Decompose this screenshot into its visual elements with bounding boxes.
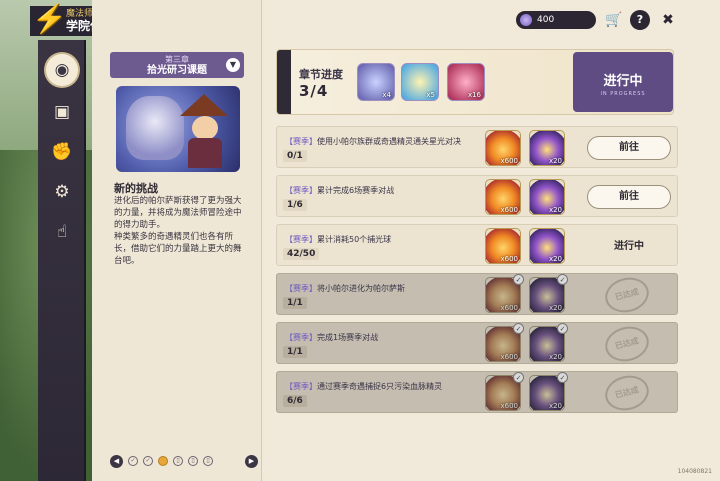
card-icon[interactable]: ▣	[46, 96, 78, 128]
task-desc: 完成1场赛季对战	[317, 333, 379, 342]
page-dot-2[interactable]: ✓	[143, 456, 153, 466]
gear-icon[interactable]: ⚙	[46, 176, 78, 208]
page-dot-locked-2[interactable]: ▯	[188, 456, 198, 466]
page-dot-current[interactable]	[158, 456, 168, 466]
chevron-down-icon[interactable]: ▼	[226, 58, 240, 72]
next-page-icon[interactable]: ▶	[245, 454, 258, 468]
orb-reward-icon[interactable]: x20	[529, 228, 565, 264]
chapter-banner[interactable]: 第三章 拾光研习课题 ▼	[110, 52, 244, 78]
page-dot-locked-1[interactable]: ▯	[173, 456, 183, 466]
chapter-title: 拾光研习课题	[147, 65, 207, 76]
user-id: 104080821	[677, 468, 712, 475]
fist-icon[interactable]: ✊	[46, 136, 78, 168]
task-row: 【赛季】通过赛季奇遇捕捉6只污染血脉精灵 6/6 x600 ✓ x20 ✓ 已达成	[276, 371, 678, 415]
page-pager: ◀ ✓ ✓ ▯ ▯ ▯ ▶	[110, 454, 258, 468]
challenge-text: 进化后的帕尔萨斯获得了更为强大的力量，并将成为魔法师冒险途中的得力助手。 种类繁…	[114, 196, 242, 266]
chapter-status-text: 进行中	[603, 74, 643, 89]
hand-icon[interactable]: ☝	[46, 216, 78, 248]
side-rail: ◉ ▣ ✊ ⚙ ☝	[38, 40, 86, 481]
card-stripe	[277, 50, 291, 114]
chapter-progress-card: 章节进度 3/4 x4 x5 x16 进行中 IN PROGRESS	[276, 49, 674, 115]
currency-gem-icon	[520, 14, 532, 26]
task-row: 【赛季】使用小帕尔族群或奇遇精灵通关星光对决 0/1 x600 x20 前往	[276, 126, 678, 168]
gem-reward-icon[interactable]: x16	[447, 63, 485, 101]
orb-reward-icon[interactable]: x20 ✓	[529, 274, 568, 313]
chapter-status-badge: 进行中 IN PROGRESS	[573, 52, 673, 112]
app-logo-icon: ⚡	[32, 2, 67, 35]
help-icon[interactable]: ?	[630, 10, 650, 30]
completed-stamp: 已达成	[601, 273, 653, 317]
check-icon: ✓	[513, 323, 524, 334]
task-row: 【赛季】累计完成6场赛季对战 1/6 x600 x20 前往	[276, 175, 678, 217]
task-desc: 通过赛季奇遇捕捉6只污染血脉精灵	[317, 382, 443, 391]
page-dot-locked-3[interactable]: ▯	[203, 456, 213, 466]
fire-reward-icon[interactable]: x600 ✓	[485, 274, 524, 313]
task-row: 【赛季】将小帕尔进化为帕尔萨斯 1/1 x600 ✓ x20 ✓ 已达成	[276, 273, 678, 317]
fire-reward-icon[interactable]: x600	[485, 130, 521, 166]
progress-label: 章节进度	[299, 68, 343, 81]
task-count: 6/6	[283, 395, 307, 407]
close-icon[interactable]: ✖	[658, 10, 678, 30]
chapter-number: 第三章	[165, 55, 189, 64]
progress-value: 3/4	[299, 82, 329, 100]
task-count: 1/6	[283, 199, 307, 211]
task-count: 0/1	[283, 150, 307, 162]
chapter-illustration	[116, 86, 240, 172]
eye-reward-icon[interactable]: x5	[401, 63, 439, 101]
chapter-status-subtext: IN PROGRESS	[600, 91, 646, 97]
orb-reward-icon[interactable]: x20	[529, 179, 565, 215]
go-button[interactable]: 前往	[587, 185, 671, 209]
task-book-icon[interactable]: ◉	[46, 54, 78, 86]
fire-reward-icon[interactable]: x600 ✓	[485, 323, 524, 362]
shop-cart-icon[interactable]: 🛒	[604, 10, 624, 30]
check-icon: ✓	[557, 274, 568, 285]
crystal-reward-icon[interactable]: x4	[357, 63, 395, 101]
task-status-in-progress: 进行中	[614, 241, 644, 252]
challenge-title: 新的挑战	[114, 182, 158, 195]
page-dot-1[interactable]: ✓	[128, 456, 138, 466]
book-left-page: 第三章 拾光研习课题 ▼ 新的挑战 进化后的帕尔萨斯获得了更为强大的力量，并将成…	[92, 0, 262, 481]
go-button[interactable]: 前往	[587, 136, 671, 160]
currency-amount: 400	[537, 15, 555, 25]
prev-page-icon[interactable]: ◀	[110, 454, 123, 468]
fire-reward-icon[interactable]: x600 ✓	[485, 372, 524, 411]
currency-pill[interactable]: 400	[516, 11, 596, 29]
fire-reward-icon[interactable]: x600	[485, 228, 521, 264]
completed-stamp: 已达成	[601, 371, 653, 415]
check-icon: ✓	[513, 372, 524, 383]
orb-reward-icon[interactable]: x20 ✓	[529, 323, 568, 362]
check-icon: ✓	[557, 323, 568, 334]
orb-reward-icon[interactable]: x20 ✓	[529, 372, 568, 411]
completed-stamp: 已达成	[601, 322, 653, 366]
orb-reward-icon[interactable]: x20	[529, 130, 565, 166]
task-desc: 累计消耗50个捕光球	[317, 235, 392, 244]
check-icon: ✓	[513, 274, 524, 285]
task-desc: 使用小帕尔族群或奇遇精灵通关星光对决	[317, 137, 461, 146]
task-row: 【赛季】完成1场赛季对战 1/1 x600 ✓ x20 ✓ 已达成	[276, 322, 678, 366]
check-icon: ✓	[557, 372, 568, 383]
fire-reward-icon[interactable]: x600	[485, 179, 521, 215]
task-count: 1/1	[283, 297, 307, 309]
task-desc: 将小帕尔进化为帕尔萨斯	[317, 284, 405, 293]
task-count: 42/50	[283, 248, 320, 260]
task-row: 【赛季】累计消耗50个捕光球 42/50 x600 x20 进行中	[276, 224, 678, 266]
task-desc: 累计完成6场赛季对战	[317, 186, 395, 195]
task-count: 1/1	[283, 346, 307, 358]
